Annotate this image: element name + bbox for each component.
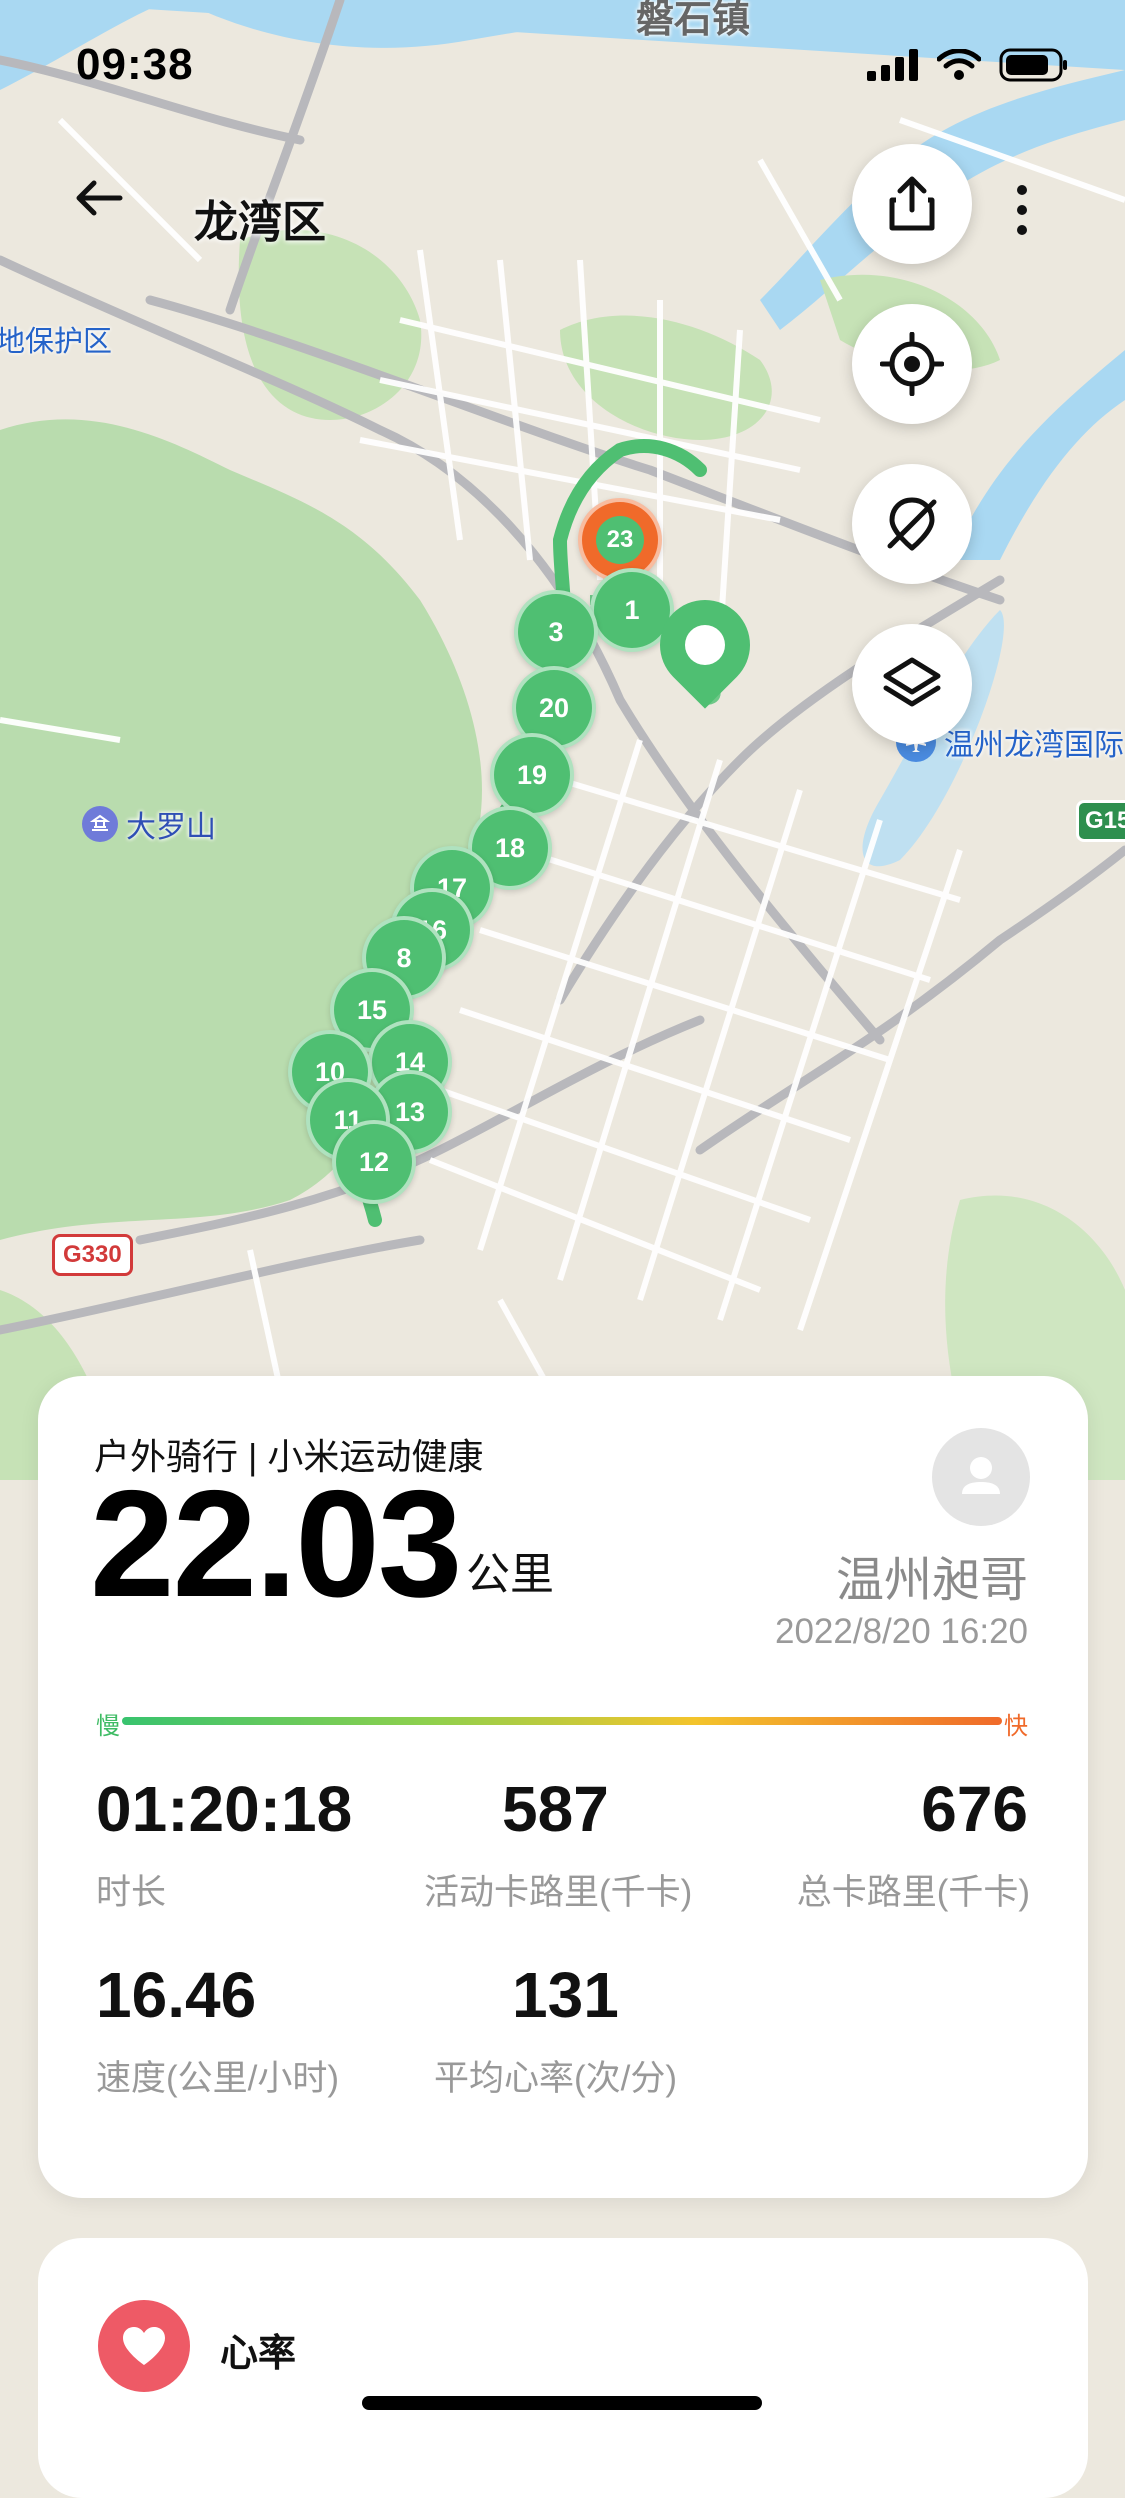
route-km-label: 3 [548, 616, 564, 647]
route-km-label: 20 [538, 692, 570, 723]
active-calories-label: 活动卡路里(千卡) [424, 1873, 693, 1912]
status-time: 09:38 [76, 40, 194, 89]
map-label-mountain: 大罗山 [126, 811, 216, 844]
heart-rate-card[interactable]: 心率 [38, 2238, 1088, 2498]
heart-icon [123, 2327, 165, 2365]
total-calories-label: 总卡路里(千卡) [796, 1873, 1030, 1912]
map-label-reserve: 地保护区 [0, 326, 113, 358]
share-icon [889, 176, 935, 231]
total-calories-value: 676 [921, 1773, 1028, 1845]
cellular-signal-icon [867, 49, 918, 81]
avatar[interactable] [932, 1428, 1030, 1526]
arrow-left-icon [76, 180, 123, 216]
user-icon [962, 1457, 1000, 1494]
route-km-label: 8 [396, 942, 412, 973]
battery-icon [999, 48, 1067, 82]
route-km-label: 18 [494, 832, 526, 863]
more-dot [1017, 205, 1027, 215]
route-km-label: 1 [624, 594, 640, 625]
route-km-marker[interactable]: 12 [332, 1120, 416, 1204]
more-options-button[interactable] [1002, 170, 1042, 250]
locate-button[interactable] [852, 304, 972, 424]
heart-badge [98, 2300, 190, 2392]
route-km-label: 13 [394, 1096, 426, 1127]
highway-shield-g15: G15 [1076, 800, 1125, 842]
route-km-marker[interactable]: 19 [490, 733, 574, 817]
route-km-marker[interactable]: 3 [514, 590, 598, 674]
heart-rate-title: 心率 [220, 2333, 297, 2375]
start-pin-dot [676, 616, 734, 674]
speed-value: 16.46 [96, 1959, 257, 2031]
more-dot [1017, 185, 1027, 195]
highway-shield-g330: G330 [52, 1234, 133, 1276]
pace-gradient-bar [122, 1717, 1002, 1725]
hide-route-button[interactable] [852, 464, 972, 584]
pace-fast-label: 快 [1004, 1713, 1028, 1740]
wifi-icon [937, 49, 981, 80]
route-km-label: 19 [516, 759, 548, 790]
layers-icon [883, 657, 941, 707]
scenic-spot-icon [82, 806, 118, 842]
speed-label: 速度(公里/小时) [96, 2059, 340, 2098]
home-indicator [362, 2396, 762, 2410]
workout-summary-card: 户外骑行 | 小米运动健康 22.03 公里 温州昶哥 2022/8/20 16… [38, 1376, 1088, 2198]
status-bar: 09:38 [0, 0, 1125, 140]
route-km-label: 23 [596, 516, 644, 564]
duration-label: 时长 [96, 1873, 167, 1912]
active-calories-value: 587 [502, 1773, 609, 1845]
more-dot [1017, 225, 1027, 235]
pin-off-icon [887, 497, 937, 551]
crosshair-icon [880, 332, 944, 396]
back-button[interactable] [70, 168, 140, 228]
user-name: 温州昶哥 [835, 1554, 1028, 1607]
map-label-airport: 温州龙湾国际 [944, 729, 1124, 762]
district-title: 龙湾区 [194, 198, 326, 247]
route-km-label: 12 [358, 1146, 390, 1177]
pace-slow-label: 慢 [96, 1713, 120, 1740]
share-button[interactable] [852, 144, 972, 264]
distance-unit: 公里 [466, 1550, 554, 1599]
distance-value: 22.03 [90, 1459, 462, 1629]
duration-value: 01:20:18 [96, 1773, 353, 1845]
avg-heart-rate-value: 131 [512, 1959, 619, 2031]
map-layers-button[interactable] [852, 624, 972, 744]
record-date: 2022/8/20 16:20 [774, 1612, 1028, 1651]
map-poi-mountain[interactable]: 大罗山 [82, 802, 216, 846]
avg-heart-rate-label: 平均心率(次/分) [434, 2059, 678, 2098]
route-km-label: 15 [356, 994, 388, 1025]
